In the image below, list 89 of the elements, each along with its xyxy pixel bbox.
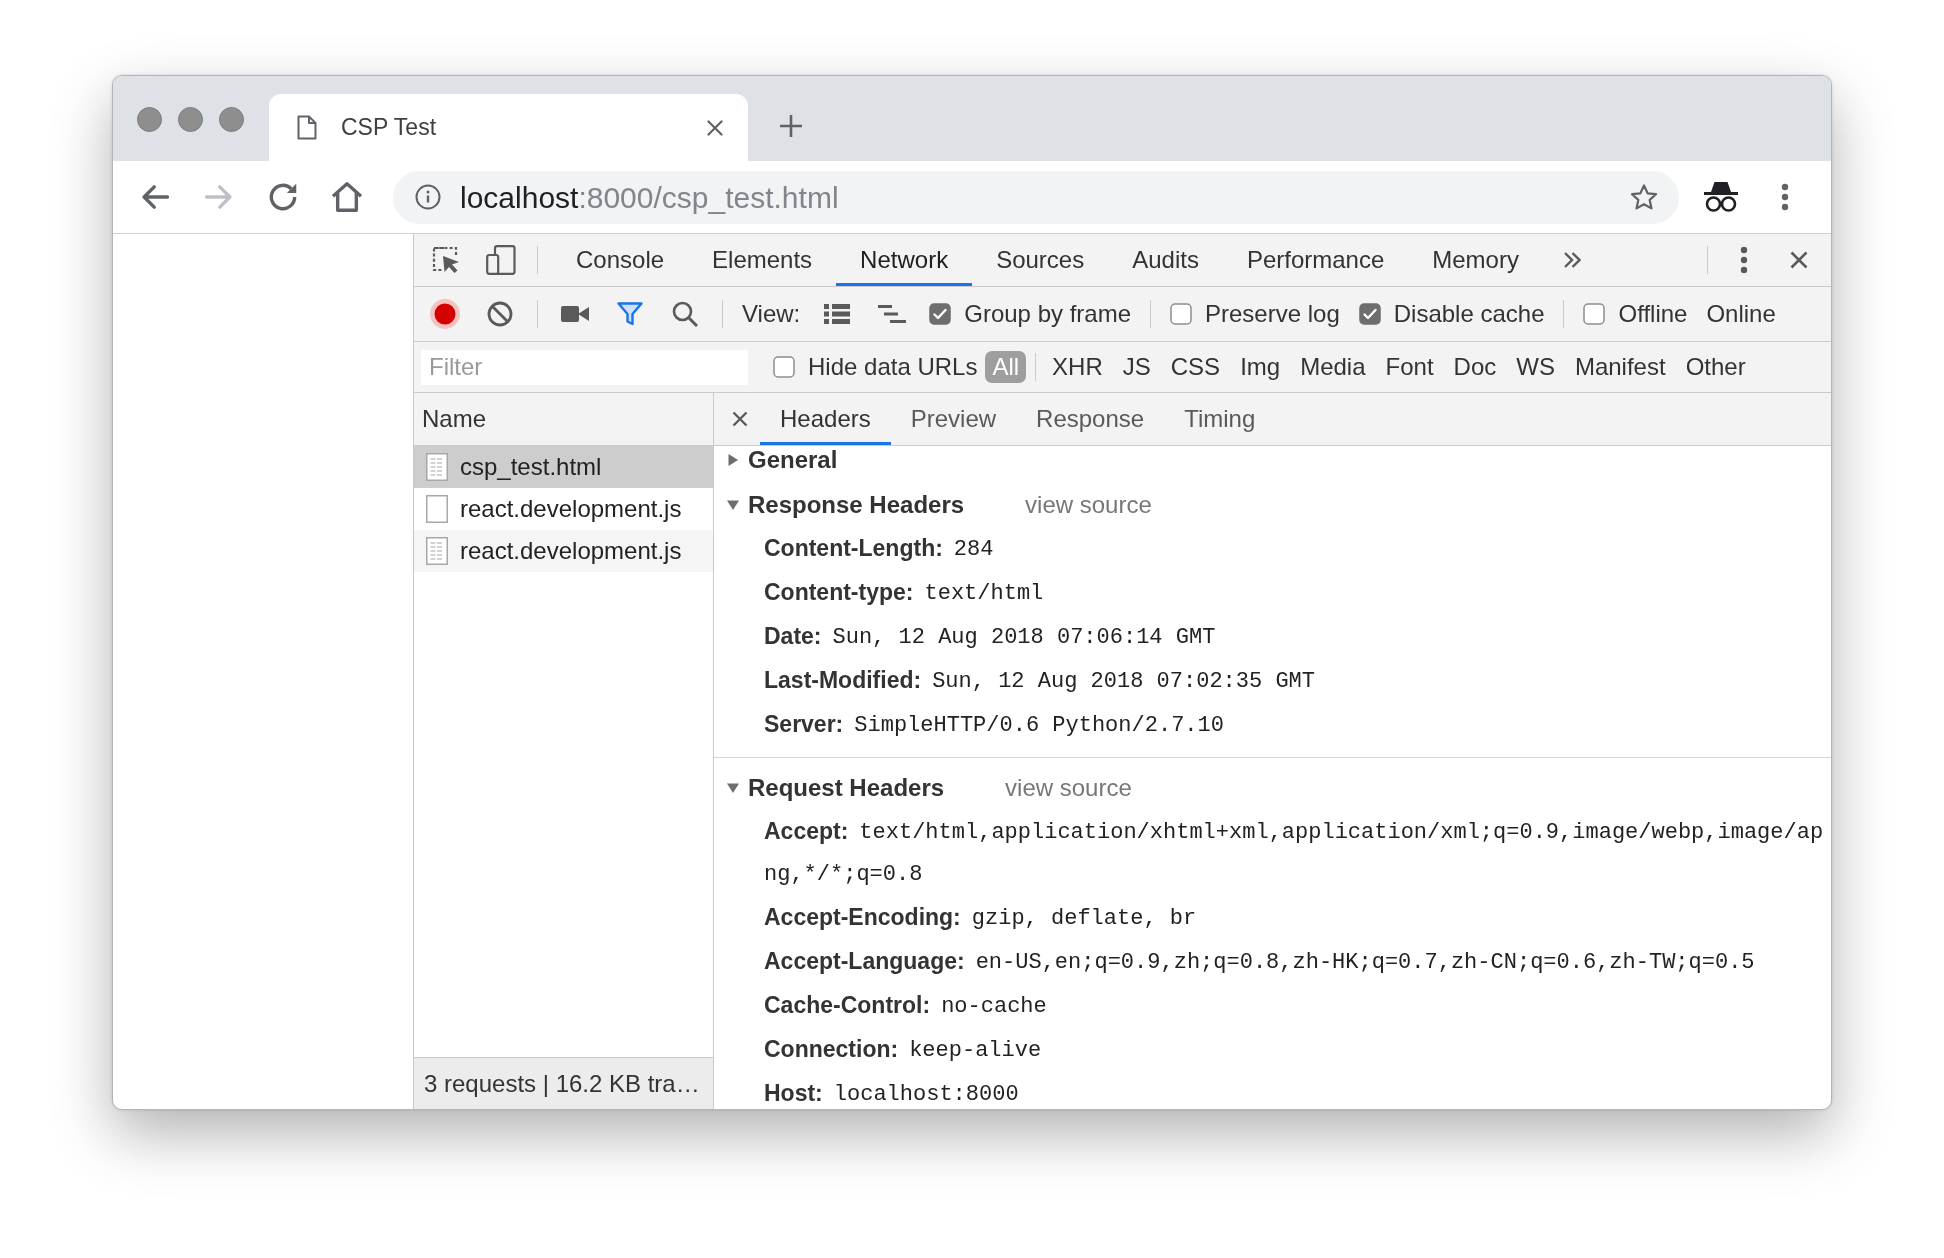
details-tab[interactable]: Headers — [760, 393, 891, 445]
address-field[interactable]: localhost:8000/csp_test.html — [393, 170, 1679, 224]
browser-tab[interactable]: CSP Test — [269, 94, 748, 161]
details-tab[interactable]: Response — [1016, 393, 1165, 445]
window-control-icon[interactable] — [219, 107, 244, 132]
phone-tablet-icon[interactable] — [486, 245, 516, 275]
header-line: Content-Length: 284 — [764, 536, 994, 563]
view-source-link[interactable]: view source — [1005, 770, 1132, 806]
list-icon[interactable] — [824, 303, 851, 325]
type-filter[interactable]: XHR — [1045, 351, 1110, 383]
url-text: localhost:8000/csp_test.html — [460, 179, 840, 216]
double-chevron-icon[interactable] — [1562, 251, 1581, 269]
type-filter[interactable]: Doc — [1446, 351, 1504, 383]
clear-icon[interactable] — [487, 301, 513, 327]
devtools-tab[interactable]: Audits — [1108, 234, 1223, 286]
column-header[interactable]: Name — [422, 401, 487, 437]
window-control-icon[interactable] — [137, 107, 162, 132]
type-filter[interactable]: Img — [1233, 351, 1288, 383]
hat-glasses-icon[interactable] — [1701, 180, 1741, 214]
more-menu-icon[interactable] — [1740, 246, 1748, 274]
throttling-select[interactable]: Online — [1706, 296, 1776, 332]
back-arrow-icon[interactable] — [141, 183, 169, 211]
header-line: Cache-Control: no-cache — [764, 993, 1047, 1020]
stepped-lines-icon[interactable] — [878, 303, 907, 325]
request-row[interactable]: csp_test.html — [414, 446, 713, 488]
expand-triangle-icon[interactable] — [727, 782, 739, 794]
checkbox[interactable] — [1170, 303, 1192, 325]
devtools-tab[interactable]: Memory — [1408, 234, 1543, 286]
header-line: Accept-Encoding: gzip, deflate, br — [764, 905, 1197, 932]
close-icon[interactable] — [707, 119, 723, 136]
file-icon — [426, 537, 448, 565]
tab-title: CSP Test — [341, 113, 438, 143]
details-tab[interactable]: Timing — [1164, 393, 1276, 445]
close-icon[interactable] — [732, 411, 748, 427]
type-filter[interactable]: WS — [1509, 351, 1562, 383]
devtools-tab[interactable]: Sources — [972, 234, 1109, 286]
section-title[interactable]: Request Headers — [748, 770, 945, 806]
window-control-icon[interactable] — [178, 107, 203, 132]
expand-triangle-icon[interactable] — [727, 499, 739, 511]
video-camera-icon[interactable] — [561, 305, 589, 323]
header-line: Accept-Language: en-US,en;q=0.9,zh;q=0.8,zh-HK;q=0.7,zh-CN;q=0.6,zh-TW;q=0.5 — [764, 949, 1755, 976]
header-line: Connection: keep-alive — [764, 1037, 1042, 1064]
devtools-tab[interactable]: Performance — [1222, 234, 1409, 286]
header-line: Server: SimpleHTTP/0.6 Python/2.7.10 — [764, 712, 1224, 739]
devtools-tab[interactable]: Elements — [688, 234, 837, 286]
header-line: Content-type: text/html — [764, 580, 1044, 607]
checkbox-label: Disable cache — [1393, 299, 1545, 329]
expand-triangle-icon[interactable] — [727, 454, 739, 466]
section-title[interactable]: General — [748, 446, 838, 478]
section-title[interactable]: Response Headers — [748, 487, 965, 523]
cursor-select-icon[interactable] — [432, 246, 460, 274]
header-line: Date: Sun, 12 Aug 2018 07:06:14 GMT — [764, 624, 1216, 651]
plus-icon[interactable] — [780, 115, 802, 137]
checkbox-label: Hide data URLs — [808, 352, 978, 382]
file-icon — [426, 495, 448, 523]
more-menu-icon[interactable] — [1781, 183, 1789, 211]
view-source-link[interactable]: view source — [1025, 487, 1152, 523]
checkbox-label: Preserve log — [1205, 299, 1340, 329]
type-filter[interactable]: Manifest — [1567, 351, 1673, 383]
file-icon — [426, 453, 448, 481]
checkbox[interactable] — [773, 356, 795, 378]
star-icon[interactable] — [1630, 183, 1658, 211]
reload-icon[interactable] — [269, 183, 297, 211]
details-tab[interactable]: Preview — [890, 393, 1017, 445]
type-filter[interactable]: Font — [1378, 351, 1441, 383]
info-icon[interactable] — [415, 184, 441, 210]
type-filter[interactable]: CSS — [1163, 351, 1228, 383]
document-icon — [297, 115, 317, 140]
checkbox-label: Group by frame — [964, 299, 1131, 329]
checkbox[interactable] — [929, 303, 952, 325]
home-icon[interactable] — [333, 183, 361, 211]
type-filter[interactable]: Other — [1678, 351, 1753, 383]
requests-summary: 3 requests | 16.2 KB tra… — [424, 1068, 700, 1099]
record-icon[interactable] — [430, 299, 460, 329]
request-row[interactable]: react.development.js — [414, 530, 713, 572]
devtools-tab[interactable]: Console — [552, 234, 689, 286]
view-label: View: — [742, 299, 801, 329]
checkbox[interactable] — [1358, 303, 1381, 325]
search-icon[interactable] — [672, 301, 698, 327]
filter-icon[interactable] — [617, 302, 643, 326]
header-line: Last-Modified: Sun, 12 Aug 2018 07:02:35 GMT — [764, 668, 1316, 695]
checkbox[interactable] — [1583, 303, 1606, 325]
filter-field[interactable]: Filter — [421, 349, 748, 385]
checkbox-label: Offline — [1618, 299, 1688, 329]
request-row[interactable]: react.development.js — [414, 488, 713, 530]
close-icon[interactable] — [1790, 251, 1808, 269]
type-filter[interactable]: JS — [1115, 351, 1158, 383]
type-filter[interactable]: Media — [1293, 351, 1373, 383]
header-line: Host: localhost:8000 — [764, 1081, 1019, 1108]
